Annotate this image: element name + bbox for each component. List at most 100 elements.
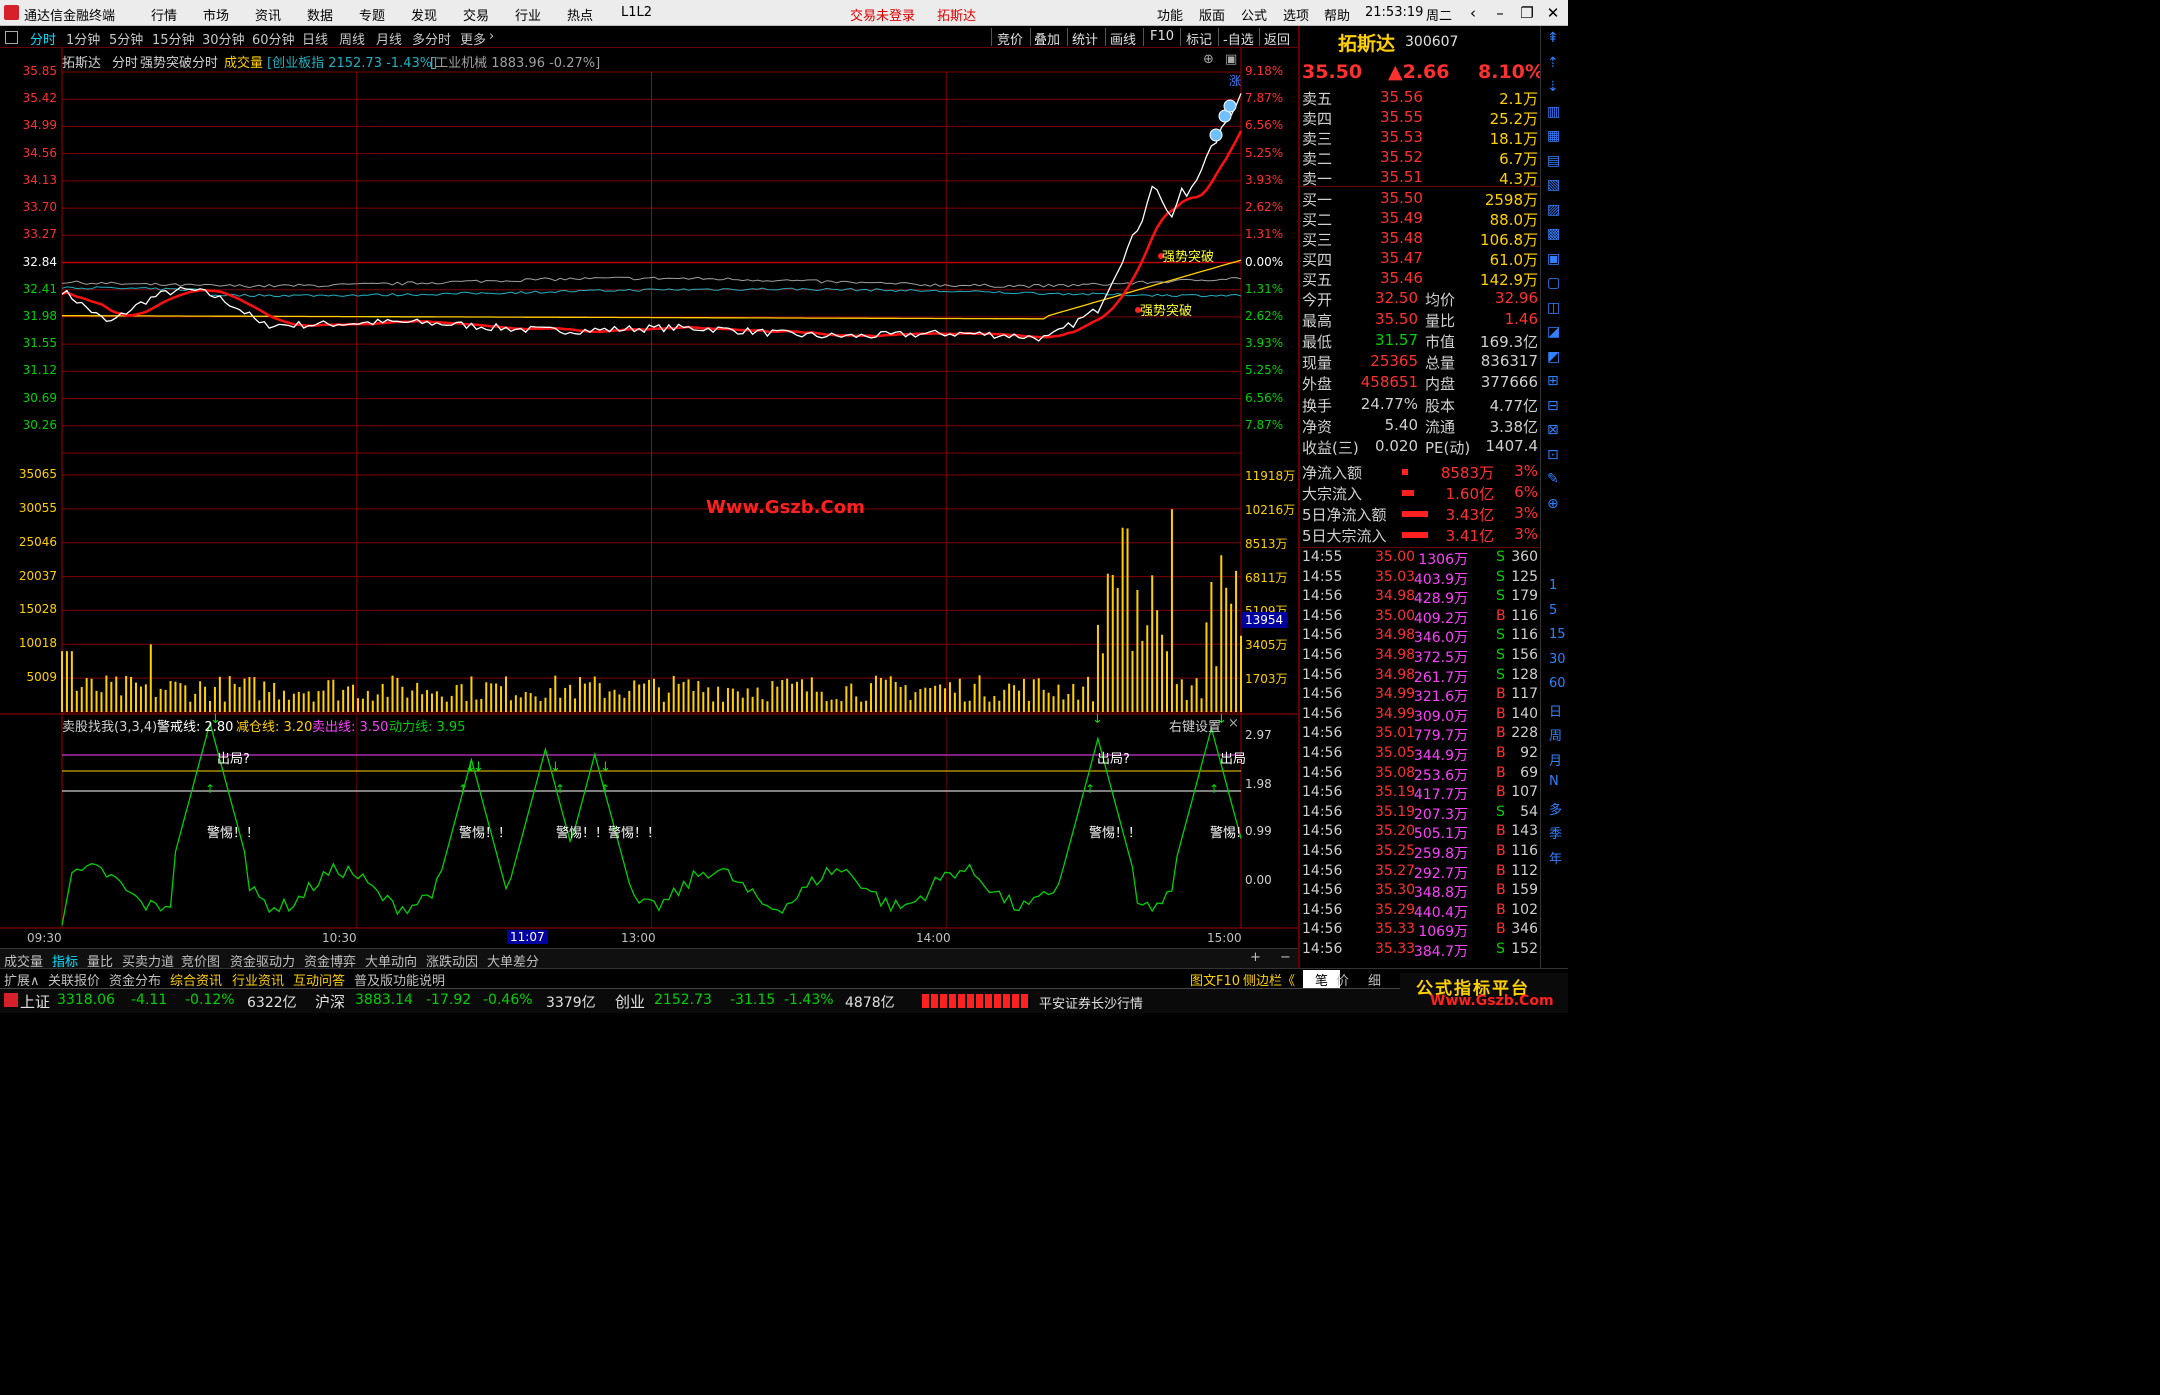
restore-icon[interactable]: ❐ bbox=[1516, 2, 1538, 24]
tab-15min[interactable]: 15分钟 bbox=[152, 29, 195, 48]
menu-bangzhu[interactable]: 帮助 bbox=[1324, 5, 1350, 24]
screen-icon[interactable]: ◩ bbox=[1547, 349, 1560, 365]
fund-icon[interactable]: ▩ bbox=[1547, 226, 1560, 242]
tab-5min[interactable]: 5分钟 bbox=[109, 29, 143, 48]
close-icon[interactable]: ✕ bbox=[1542, 2, 1564, 24]
tab-sidebar[interactable]: 侧边栏《 bbox=[1243, 970, 1295, 989]
period-shortcut-5[interactable]: 日 bbox=[1549, 701, 1562, 720]
chart-icon[interactable]: ▧ bbox=[1547, 177, 1560, 193]
tab-30min[interactable]: 30分钟 bbox=[202, 29, 245, 48]
period-shortcut-10[interactable]: 季 bbox=[1549, 823, 1562, 842]
tab-hudong[interactable]: 互动问答 bbox=[293, 970, 345, 989]
filter-icon[interactable]: ◪ bbox=[1547, 324, 1560, 340]
menu-l1l2[interactable]: L1L2 bbox=[621, 5, 652, 20]
sz-name[interactable]: 沪深 bbox=[315, 991, 345, 1012]
table-icon[interactable]: ▦ bbox=[1547, 128, 1560, 144]
tab-f10[interactable]: 图文F10 bbox=[1190, 970, 1240, 989]
tool-tongji[interactable]: 统计 bbox=[1072, 29, 1098, 48]
tool-zixuan[interactable]: -自选 bbox=[1223, 29, 1254, 48]
news-icon[interactable]: ▢ bbox=[1547, 275, 1560, 291]
volume-bar bbox=[253, 677, 256, 712]
kline-icon[interactable]: ▨ bbox=[1547, 202, 1560, 218]
indicator-settings-hint[interactable]: 右键设置 bbox=[1169, 716, 1221, 735]
period-shortcut-8[interactable]: N bbox=[1549, 774, 1559, 789]
tab-1min[interactable]: 1分钟 bbox=[66, 29, 100, 48]
level2-icon[interactable]: ◫ bbox=[1547, 300, 1560, 316]
up-icon[interactable]: ⇡ bbox=[1547, 55, 1559, 71]
period-shortcut-3[interactable]: 30 bbox=[1549, 652, 1566, 667]
quote-icon[interactable]: ▥ bbox=[1547, 104, 1560, 120]
period-shortcut-0[interactable]: 1 bbox=[1549, 578, 1557, 593]
period-shortcut-11[interactable]: 年 bbox=[1549, 848, 1562, 867]
back-icon[interactable]: ‹ bbox=[1462, 2, 1484, 24]
remove-indicator-icon[interactable]: − bbox=[1280, 950, 1291, 965]
tab-day[interactable]: 日线 bbox=[302, 29, 328, 48]
period-shortcut-2[interactable]: 15 bbox=[1549, 627, 1566, 642]
period-shortcut-1[interactable]: 5 bbox=[1549, 603, 1557, 618]
tick-amount-1: 403.9万 bbox=[1413, 571, 1468, 588]
menu-gongshi[interactable]: 公式 bbox=[1241, 5, 1267, 24]
tab-zijinfenbu[interactable]: 资金分布 bbox=[109, 970, 161, 989]
tab-zonghe[interactable]: 综合资讯 bbox=[170, 970, 222, 989]
minimize-icon[interactable]: – bbox=[1489, 2, 1511, 24]
period-shortcut-7[interactable]: 月 bbox=[1549, 750, 1562, 769]
menu-banmian[interactable]: 版面 bbox=[1199, 5, 1225, 24]
tool-diejia[interactable]: 叠加 bbox=[1034, 29, 1060, 48]
period-shortcut-9[interactable]: 多 bbox=[1549, 799, 1562, 818]
list-icon[interactable]: ▤ bbox=[1547, 153, 1560, 169]
add-indicator-icon[interactable]: + bbox=[1250, 950, 1261, 965]
menu-gongneng[interactable]: 功能 bbox=[1157, 5, 1183, 24]
grid-icon[interactable]: ⊞ bbox=[1547, 373, 1559, 389]
intraday-chart[interactable]: ↓↓↓ ↓ ↓↓ ↓↑ ↑ ↑ ↑ ↑ ↑ bbox=[0, 48, 1298, 948]
exit-tag-3: 出局 bbox=[1220, 752, 1247, 767]
tab-month[interactable]: 月线 bbox=[376, 29, 402, 48]
tool-biaoji[interactable]: 标记 bbox=[1186, 29, 1212, 48]
down-icon[interactable]: ⇣ bbox=[1547, 79, 1559, 95]
tab-fenshi[interactable]: 分时 bbox=[30, 29, 56, 48]
tab-puji[interactable]: 普及版功能说明 bbox=[354, 970, 445, 989]
menu-hangye[interactable]: 行业 bbox=[515, 5, 541, 24]
volume-bar bbox=[396, 677, 399, 712]
page-up-icon[interactable]: ⇞ bbox=[1547, 30, 1559, 46]
sh-name[interactable]: 上证 bbox=[20, 991, 50, 1012]
tab-bi[interactable]: 笔 bbox=[1303, 970, 1341, 989]
tab-jia[interactable]: 价 bbox=[1336, 970, 1349, 989]
f10-icon[interactable]: ▣ bbox=[1547, 251, 1560, 267]
add-icon[interactable]: ⊕ bbox=[1547, 496, 1559, 512]
panel-toggle-icon[interactable] bbox=[5, 31, 18, 44]
menu-jiaoyi[interactable]: 交易 bbox=[463, 5, 489, 24]
tab-kuozhan[interactable]: 扩展∧ bbox=[4, 970, 40, 989]
tab-hangye[interactable]: 行业资讯 bbox=[232, 970, 284, 989]
tab-guanlian[interactable]: 关联报价 bbox=[48, 970, 100, 989]
tick-time-4: 14:56 bbox=[1302, 627, 1343, 644]
chart-expand-icon[interactable]: ⊕ bbox=[1203, 52, 1214, 67]
tab-multi[interactable]: 多分时 bbox=[412, 29, 451, 48]
tab-60min[interactable]: 60分钟 bbox=[252, 29, 295, 48]
menu-xuanxiang[interactable]: 选项 bbox=[1283, 5, 1309, 24]
split-icon[interactable]: ⊟ bbox=[1547, 398, 1559, 414]
tool-huaxian[interactable]: 画线 bbox=[1110, 29, 1136, 48]
chart-window-icon[interactable]: ▣ bbox=[1225, 52, 1237, 67]
pen-icon[interactable]: ✎ bbox=[1547, 471, 1559, 487]
volume-bar bbox=[179, 683, 182, 712]
indicator-close-icon[interactable]: × bbox=[1228, 716, 1239, 731]
cy-name[interactable]: 创业 bbox=[615, 991, 645, 1012]
tab-xi[interactable]: 细 bbox=[1368, 970, 1381, 989]
menu-faxian[interactable]: 发现 bbox=[411, 5, 437, 24]
menu-zixun[interactable]: 资讯 bbox=[255, 5, 281, 24]
menu-zhuanti[interactable]: 专题 bbox=[359, 5, 385, 24]
menu-shichang[interactable]: 市场 bbox=[203, 5, 229, 24]
box-icon[interactable]: ⊡ bbox=[1547, 447, 1559, 463]
tab-week[interactable]: 周线 bbox=[339, 29, 365, 48]
tool-jingjia[interactable]: 竞价 bbox=[997, 29, 1023, 48]
menu-redian[interactable]: 热点 bbox=[567, 5, 593, 24]
login-status[interactable]: 交易未登录 bbox=[850, 5, 915, 24]
menu-shuju[interactable]: 数据 bbox=[307, 5, 333, 24]
menu-hangqing[interactable]: 行情 bbox=[151, 5, 177, 24]
tool-fanhui[interactable]: 返回 bbox=[1264, 29, 1290, 48]
block-icon[interactable]: ⊠ bbox=[1547, 422, 1559, 438]
period-shortcut-4[interactable]: 60 bbox=[1549, 676, 1566, 691]
period-shortcut-6[interactable]: 周 bbox=[1549, 725, 1562, 744]
tool-f10[interactable]: F10 bbox=[1150, 29, 1174, 44]
tab-more[interactable]: 更多 bbox=[460, 29, 486, 48]
